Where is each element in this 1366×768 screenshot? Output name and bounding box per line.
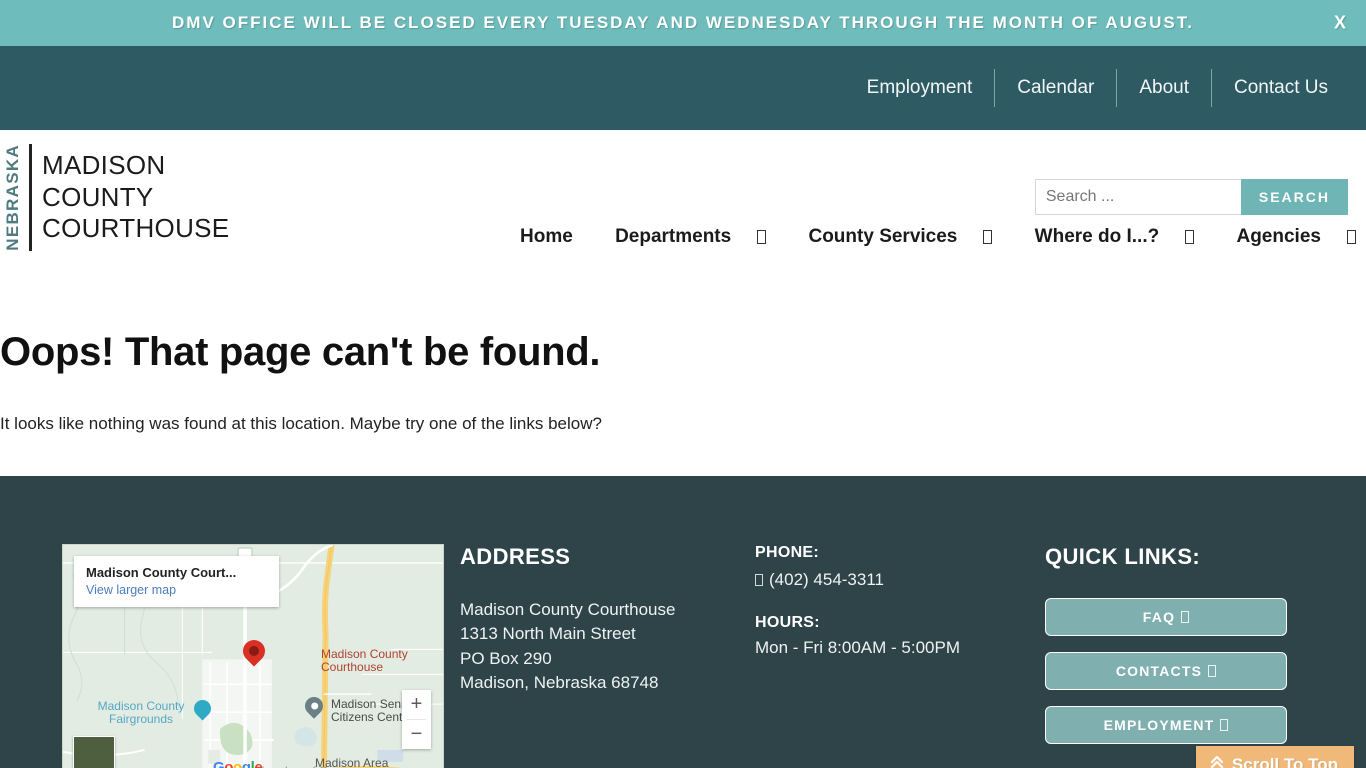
google-map-widget[interactable]: Madison County Court... View larger map …	[62, 544, 444, 768]
search-input[interactable]	[1034, 179, 1241, 215]
nav-item-where-do-i[interactable]: Where do I...?	[1035, 226, 1195, 248]
logo-state-text: NEBRASKA	[3, 144, 22, 251]
footer-address-column: ADDRESS Madison County Courthouse 1313 N…	[460, 544, 755, 695]
nav-item-where-do-i-label: Where do I...?	[1034, 226, 1160, 247]
chevron-down-icon[interactable]	[983, 230, 993, 244]
hours-heading: HOURS:	[755, 614, 820, 631]
main-content: Oops! That page can't be found. It looks…	[0, 278, 1366, 476]
address-heading: ADDRESS	[460, 544, 571, 569]
footer-quicklinks-column: QUICK LINKS: FAQ CONTACTS EMPLOYMENT	[1045, 544, 1345, 760]
nav-item-agencies[interactable]: Agencies	[1236, 226, 1356, 248]
map-zoom-controls: + −	[402, 690, 431, 749]
nav-item-county-services-label: County Services	[808, 226, 958, 247]
external-link-icon	[1220, 719, 1229, 731]
top-utility-nav: Employment Calendar About Contact Us	[0, 46, 1366, 130]
logo-line-2: COUNTY	[42, 181, 154, 212]
top-nav-list: Employment Calendar About Contact Us	[845, 69, 1350, 107]
search-button[interactable]: SEARCH	[1240, 179, 1348, 215]
nav-item-home-label: Home	[520, 226, 573, 247]
page-title: Oops! That page can't be found.	[0, 330, 601, 374]
scroll-to-top-label: Scroll To Top	[1231, 754, 1338, 768]
chevron-down-icon[interactable]	[1185, 230, 1195, 244]
logo-wordmark: MADISON COUNTY COURTHOUSE	[42, 142, 229, 253]
topnav-item-calendar[interactable]: Calendar	[995, 77, 1116, 99]
phone-heading: PHONE:	[755, 544, 820, 561]
map-zoom-in-button[interactable]: +	[402, 690, 431, 719]
external-link-icon	[1181, 611, 1190, 623]
quicklink-employment-label: EMPLOYMENT	[1103, 717, 1215, 733]
address-line-1: Madison County Courthouse	[460, 600, 676, 619]
topnav-item-employment[interactable]: Employment	[845, 77, 995, 99]
quicklink-contacts-label: CONTACTS	[1115, 663, 1203, 679]
map-card-title: Madison County Court...	[86, 565, 237, 580]
map-info-card[interactable]: Madison County Court... View larger map	[74, 556, 279, 607]
logo-line-3: COURTHOUSE	[42, 213, 230, 244]
phone-number[interactable]: (402) 454-3311	[769, 570, 884, 590]
chevron-down-icon[interactable]	[757, 230, 767, 244]
page-subtitle: It looks like nothing was found at this …	[0, 414, 602, 433]
logo-divider	[29, 144, 32, 251]
chevron-double-up-icon	[1209, 754, 1225, 768]
quicklinks-heading: QUICK LINKS:	[1045, 544, 1201, 569]
quicklink-faq-label: FAQ	[1142, 609, 1176, 625]
nav-item-agencies-label: Agencies	[1236, 226, 1321, 247]
site-logo[interactable]: NEBRASKA MADISON COUNTY COURTHOUSE	[0, 142, 229, 253]
topnav-item-contact-us[interactable]: Contact Us	[1212, 77, 1350, 99]
nav-item-departments[interactable]: Departments	[615, 226, 767, 248]
hours-value: Mon - Fri 8:00AM - 5:00PM	[755, 638, 961, 657]
site-footer: Madison County Court... View larger map …	[0, 476, 1366, 768]
address-line-2: 1313 North Main Street	[460, 624, 636, 644]
quicklink-faq-button[interactable]: FAQ	[1045, 598, 1287, 636]
quicklink-employment-button[interactable]: EMPLOYMENT	[1045, 706, 1287, 744]
google-watermark: Google	[213, 759, 263, 768]
phone-icon	[755, 574, 763, 586]
announcement-bar: DMV office will be closed every Tuesday …	[0, 0, 1366, 46]
view-larger-map-link[interactable]: View larger map	[86, 583, 267, 597]
phone-row[interactable]: (402) 454-3311	[755, 570, 1045, 590]
logo-line-1: MADISON	[42, 149, 166, 180]
external-link-icon	[1208, 665, 1217, 677]
main-navigation: Home Departments County Services Where d…	[520, 226, 1356, 248]
map-satellite-thumbnail[interactable]	[73, 736, 115, 768]
address-line-3: PO Box 290	[460, 648, 552, 668]
address-line-4: Madison, Nebraska 68748	[460, 672, 659, 692]
footer-contact-column: PHONE: (402) 454-3311 HOURS: Mon - Fri 8…	[755, 544, 1045, 658]
close-icon[interactable]: X	[1334, 13, 1346, 34]
footer-columns: Madison County Court... View larger map …	[0, 544, 1366, 768]
topnav-item-about[interactable]: About	[1117, 77, 1211, 99]
site-header: NEBRASKA MADISON COUNTY COURTHOUSE SEARC…	[0, 130, 1366, 278]
map-zoom-out-button[interactable]: −	[402, 720, 431, 749]
announcement-text: DMV office will be closed every Tuesday …	[172, 13, 1194, 32]
search-form: SEARCH	[1034, 179, 1348, 215]
nav-item-county-services[interactable]: County Services	[808, 226, 993, 248]
scroll-to-top-button[interactable]: Scroll To Top	[1195, 746, 1354, 768]
quicklink-contacts-button[interactable]: CONTACTS	[1045, 652, 1287, 690]
nav-item-departments-label: Departments	[615, 226, 732, 247]
nav-item-home[interactable]: Home	[520, 226, 573, 248]
chevron-down-icon[interactable]	[1346, 230, 1356, 244]
footer-map-column: Madison County Court... View larger map …	[0, 544, 460, 768]
